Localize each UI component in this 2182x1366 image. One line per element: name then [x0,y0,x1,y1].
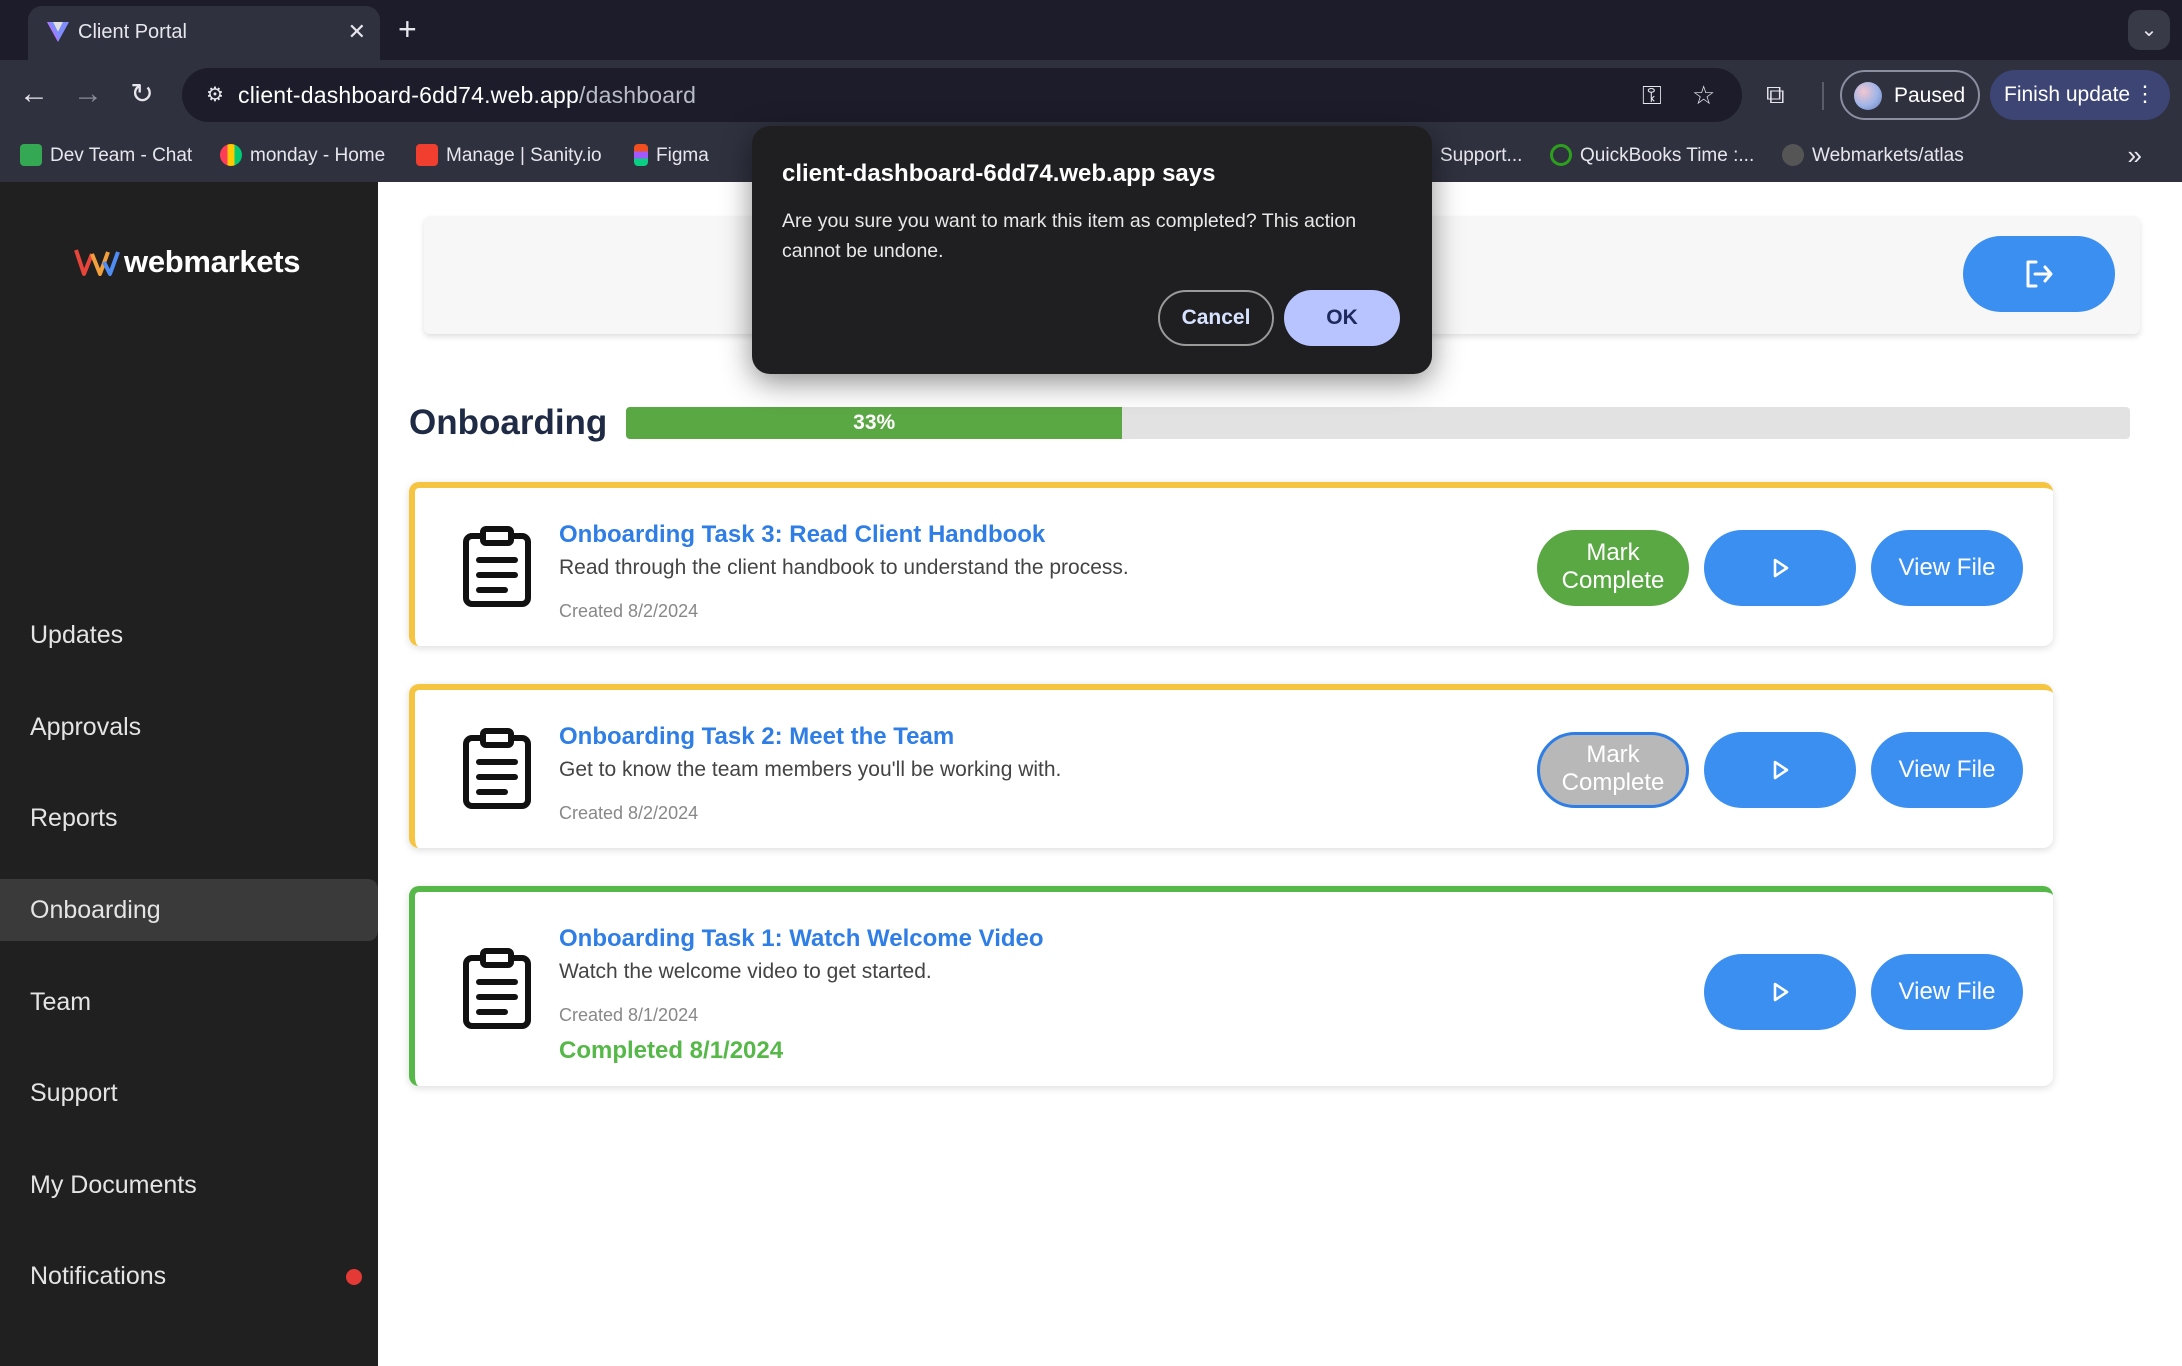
browser-tabstrip: Client Portal ✕ + ⌄ [0,0,2182,60]
more-vertical-icon: ⋮ [2134,81,2156,106]
browser-tab[interactable]: Client Portal ✕ [28,6,380,60]
bookmark-quickbooks-time[interactable]: QuickBooks Time :... [1550,144,1754,168]
back-arrow-icon[interactable]: ← [14,74,54,114]
view-file-button[interactable]: View File [1871,732,2023,808]
view-file-button[interactable]: View File [1871,530,2023,606]
clipboard-list-icon [463,526,531,607]
profile-status-label: Paused [1894,84,1966,107]
dialog-message: Are you sure you want to mark this item … [782,210,1357,262]
play-icon [1773,982,1789,1002]
logo-text: webmarkets [124,244,301,279]
tab-search-chevron-down-icon[interactable]: ⌄ [2128,10,2170,50]
play-icon [1773,558,1789,578]
finish-update-label: Finish update [2004,83,2131,106]
address-bar[interactable]: ⚙ client-dashboard-6dd74.web.app/dashboa… [182,68,1742,122]
play-button[interactable] [1704,530,1856,606]
dialog-cancel-button[interactable]: Cancel [1158,290,1274,346]
task-card: Onboarding Task 1: Watch Welcome Video W… [409,886,2053,1086]
sidebar-item-onboarding[interactable]: Onboarding [0,879,378,941]
progress-percent-label: 33% [853,411,896,434]
logout-button[interactable] [1963,236,2115,312]
site-settings-icon[interactable]: ⚙ [196,77,234,113]
mark-complete-button[interactable]: Mark Complete [1537,732,1689,808]
confirm-dialog: client-dashboard-6dd74.web.app says Are … [752,126,1432,374]
google-chat-icon [20,144,42,166]
task-card: Onboarding Task 2: Meet the Team Get to … [409,684,2053,848]
sidebar-item-approvals[interactable]: Approvals [0,696,378,758]
notification-alert-badge [346,1269,362,1285]
play-icon [1773,760,1789,780]
task-description: Watch the welcome video to get started. [559,960,932,983]
bookmark-support[interactable]: Support... [1440,144,1522,168]
logout-icon [2026,260,2053,288]
quickbooks-time-icon [1550,144,1572,166]
finish-update-button[interactable]: Finish update ⋮ [1990,70,2170,120]
figma-icon [634,144,648,166]
tab-title: Client Portal [78,21,187,43]
page-title: Onboarding [409,403,608,442]
profile-paused-button[interactable]: Paused [1840,70,1980,120]
task-description: Get to know the team members you'll be w… [559,758,1062,781]
toolbar-divider [1822,82,1824,110]
clipboard-list-icon [463,728,531,809]
sanity-icon [416,144,438,166]
new-tab-button[interactable]: + [398,12,417,46]
monday-icon [220,144,242,166]
sidebar-item-label: Approvals [30,713,142,741]
bookmark-sanity[interactable]: Manage | Sanity.io [416,144,602,168]
sidebar-item-label: Reports [30,804,118,832]
sidebar-item-notifications[interactable]: Notifications [0,1245,378,1307]
webmarkets-logo-mark-icon [74,249,120,276]
bookmark-figma[interactable]: Figma [634,144,709,168]
task-title[interactable]: Onboarding Task 3: Read Client Handbook [559,520,1045,550]
sidebar-item-my-documents[interactable]: My Documents [0,1154,378,1216]
dialog-title: client-dashboard-6dd74.web.app says [782,160,1216,187]
task-created-date: Created 8/2/2024 [559,601,699,621]
profile-avatar [1854,82,1882,110]
reload-icon[interactable]: ↻ [122,74,162,114]
sidebar-item-label: My Documents [30,1171,197,1199]
task-description: Read through the client handbook to unde… [559,556,1129,579]
onboarding-progress-bar: 33% [626,407,2130,439]
extensions-puzzle-icon[interactable]: ⧉ [1766,78,1785,110]
bookmark-webmarkets-atlas[interactable]: Webmarkets/atlas [1782,144,1964,168]
bookmark-star-icon[interactable]: ☆ [1692,80,1715,110]
sidebar-item-label: Team [30,988,92,1016]
task-title[interactable]: Onboarding Task 2: Meet the Team [559,722,954,752]
sidebar-item-team[interactable]: Team [0,971,378,1033]
task-card: Onboarding Task 3: Read Client Handbook … [409,482,2053,646]
url-text: client-dashboard-6dd74.web.app/dashboard [238,82,697,108]
task-title[interactable]: Onboarding Task 1: Watch Welcome Video [559,924,1044,954]
play-button[interactable] [1704,954,1856,1030]
sidebar-item-label: Updates [30,621,124,649]
password-key-icon[interactable]: ⚿ [1642,80,1662,110]
clipboard-list-icon [463,948,531,1029]
dialog-ok-button[interactable]: OK [1284,290,1400,346]
sidebar-item-label: Onboarding [30,896,161,924]
sidebar: webmarkets Updates Approvals Reports Onb… [0,182,378,1366]
play-button[interactable] [1704,732,1856,808]
sidebar-item-updates[interactable]: Updates [0,604,378,666]
bookmark-dev-team-chat[interactable]: Dev Team - Chat [20,144,192,168]
sidebar-item-support[interactable]: Support [0,1062,378,1124]
task-completed-date: Completed 8/1/2024 [559,1037,784,1064]
task-created-date: Created 8/1/2024 [559,1005,699,1025]
sidebar-item-reports[interactable]: Reports [0,787,378,849]
progress-fill: 33% [626,407,1123,439]
task-created-date: Created 8/2/2024 [559,803,699,823]
sidebar-item-label: Support [30,1079,118,1107]
sidebar-item-label: Notifications [30,1262,167,1290]
mark-complete-button[interactable]: Mark Complete [1537,530,1689,606]
view-file-button[interactable]: View File [1871,954,2023,1030]
bookmark-monday-home[interactable]: monday - Home [220,144,385,168]
browser-toolbar: ← → ↻ ⚙ client-dashboard-6dd74.web.app/d… [0,60,2182,130]
more-bookmarks-chevron-icon[interactable]: » [2128,140,2142,170]
github-icon [1782,144,1804,166]
forward-arrow-icon[interactable]: → [68,74,108,114]
tab-close-icon[interactable]: ✕ [348,18,366,46]
vuetify-favicon-icon [47,22,69,42]
